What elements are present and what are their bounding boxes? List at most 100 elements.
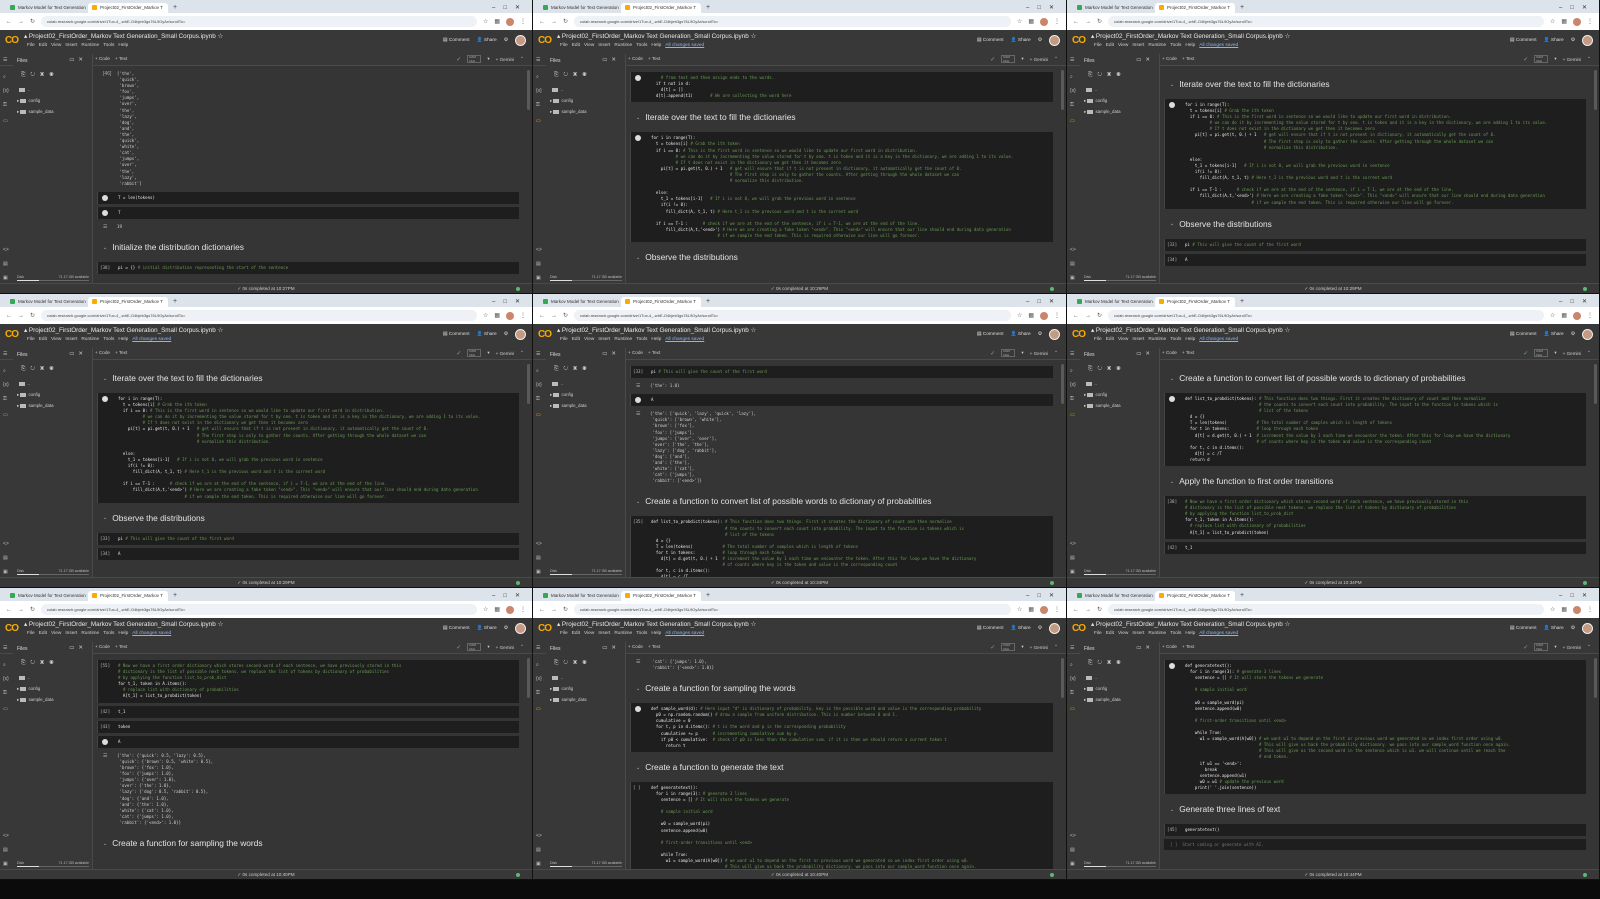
menu-file[interactable]: File xyxy=(1094,43,1102,48)
add-code-button[interactable]: + Code xyxy=(628,644,643,649)
menu-file[interactable]: File xyxy=(1094,337,1102,342)
star-icon[interactable]: ☆ xyxy=(1550,312,1555,319)
files-pane-controls[interactable]: ▭✕ xyxy=(602,351,620,357)
extensions-icon[interactable]: ▦ xyxy=(1561,606,1567,613)
folder-icon[interactable]: ▭ xyxy=(3,412,8,418)
menu-edit[interactable]: Edit xyxy=(1106,337,1114,342)
file-tree-item[interactable]: ▸ sample_data xyxy=(17,400,54,411)
files-toolbar[interactable]: ⎘↻▣◉ xyxy=(1088,660,1126,667)
secrets-icon[interactable]: ⚿ xyxy=(3,396,7,402)
gear-icon[interactable]: ⚙ xyxy=(504,626,508,631)
file-tree-item[interactable]: ▸ config xyxy=(1084,95,1121,106)
code-cell[interactable]: for i in range(T): t = tokens[i] # Grab … xyxy=(630,132,1053,242)
colab-logo[interactable]: CO xyxy=(5,623,19,634)
command-palette-icon[interactable]: ▤ xyxy=(536,847,541,853)
menu-icon[interactable]: ☰ xyxy=(3,57,7,63)
add-code-button[interactable]: + Code xyxy=(1162,56,1177,61)
gear-icon[interactable]: ⚙ xyxy=(1571,332,1575,337)
menu-tools[interactable]: Tools xyxy=(636,43,647,48)
files-pane-controls[interactable]: ▭✕ xyxy=(69,351,87,357)
add-text-button[interactable]: + Text xyxy=(1182,56,1194,61)
collapse-icon[interactable]: ⌃ xyxy=(520,644,524,650)
extensions-icon[interactable]: ▦ xyxy=(494,312,500,319)
add-text-button[interactable]: + Text xyxy=(1182,350,1194,355)
command-palette-icon[interactable]: ▤ xyxy=(1070,847,1075,853)
add-text-button[interactable]: + Text xyxy=(648,350,660,355)
save-status[interactable]: All changes saved xyxy=(665,337,704,342)
extensions-icon[interactable]: ▦ xyxy=(1561,312,1567,319)
profile-avatar[interactable] xyxy=(1040,311,1048,320)
file-tree-item[interactable]: .. xyxy=(17,378,54,389)
scrollbar[interactable] xyxy=(527,658,530,698)
run-cell-button[interactable] xyxy=(1169,396,1175,402)
star-icon[interactable]: ☆ xyxy=(750,33,756,40)
search-icon[interactable]: ⌕ xyxy=(536,662,539,668)
user-avatar[interactable] xyxy=(515,35,526,46)
code-snippets-icon[interactable]: <> xyxy=(1070,247,1076,253)
extensions-icon[interactable]: ▦ xyxy=(1028,18,1034,25)
reload-icon[interactable]: ↻ xyxy=(30,18,35,25)
chevron-down-icon[interactable]: ⌄ xyxy=(636,115,640,121)
runtime-dropdown-icon[interactable]: ▾ xyxy=(487,644,489,650)
menu-edit[interactable]: Edit xyxy=(39,43,47,48)
reload-icon[interactable]: ↻ xyxy=(30,606,35,613)
menu-icon[interactable]: ☰ xyxy=(536,57,540,63)
window-controls[interactable]: –□✕ xyxy=(492,3,532,13)
variables-icon[interactable]: {x} xyxy=(1070,676,1076,682)
chevron-down-icon[interactable]: ⌄ xyxy=(103,245,107,251)
menu-view[interactable]: View xyxy=(584,631,594,636)
add-text-button[interactable]: + Text xyxy=(115,644,127,649)
menu-icon[interactable]: ☰ xyxy=(536,351,540,357)
code-cell[interactable]: [34] A xyxy=(97,547,519,560)
star-icon[interactable]: ☆ xyxy=(217,327,223,334)
notebook-title[interactable]: ▴ Project02_FirstOrder_Markov Text Gener… xyxy=(24,621,223,628)
collapse-icon[interactable]: ⌃ xyxy=(1587,56,1591,62)
scrollbar[interactable] xyxy=(1594,70,1597,110)
profile-avatar[interactable] xyxy=(506,311,514,320)
colab-logo[interactable]: CO xyxy=(1072,35,1086,46)
code-snippets-icon[interactable]: <> xyxy=(536,247,542,253)
profile-avatar[interactable] xyxy=(1040,605,1048,614)
gemini-button[interactable]: + Gemini xyxy=(1030,645,1049,650)
browser-tab-active[interactable]: Project02_FirstOrder_Markov T xyxy=(1155,591,1235,601)
scrollbar[interactable] xyxy=(527,364,530,404)
menu-icon[interactable]: ☰ xyxy=(1070,645,1074,651)
gemini-button[interactable]: + Gemini xyxy=(1030,57,1049,62)
folder-icon[interactable]: ▭ xyxy=(536,118,541,124)
command-palette-icon[interactable]: ▤ xyxy=(1070,555,1075,561)
star-icon[interactable]: ☆ xyxy=(1550,18,1555,25)
browser-tab[interactable]: Markov Model for Text Generation xyxy=(1073,297,1153,307)
extensions-icon[interactable]: ▦ xyxy=(494,18,500,25)
files-pane-controls[interactable]: ▭✕ xyxy=(69,57,87,63)
chevron-down-icon[interactable]: ⌄ xyxy=(1170,82,1174,88)
terminal-icon[interactable]: ▣ xyxy=(3,569,8,575)
star-icon[interactable]: ☆ xyxy=(217,33,223,40)
gear-icon[interactable]: ⚙ xyxy=(1038,332,1042,337)
browser-tab[interactable]: Markov Model for Text Generation xyxy=(6,591,86,601)
empty-code-cell[interactable]: [ ] Start coding or generate with AI. xyxy=(1164,839,1586,851)
forward-icon[interactable]: → xyxy=(18,313,24,319)
gemini-button[interactable]: + Gemini xyxy=(1563,645,1582,650)
menu-tools[interactable]: Tools xyxy=(103,631,114,636)
variables-icon[interactable]: {x} xyxy=(3,676,9,682)
menu-view[interactable]: View xyxy=(51,43,61,48)
runtime-dropdown-icon[interactable]: ▾ xyxy=(1021,644,1023,650)
menu-help[interactable]: Help xyxy=(651,631,661,636)
files-pane-controls[interactable]: ▭✕ xyxy=(602,645,620,651)
user-avatar[interactable] xyxy=(1049,623,1060,634)
menu-insert[interactable]: Insert xyxy=(65,43,77,48)
back-icon[interactable]: ← xyxy=(539,313,545,319)
url-input[interactable]: colab.research.google.com/drive/1Tux-4_-… xyxy=(41,310,477,321)
code-snippets-icon[interactable]: <> xyxy=(3,541,9,547)
ram-disk-indicator[interactable]: RAM Disk xyxy=(467,349,482,357)
file-tree-item[interactable]: ▸ config xyxy=(17,389,54,400)
menu-help[interactable]: Help xyxy=(118,631,128,636)
menu-help[interactable]: Help xyxy=(651,337,661,342)
notebook-title[interactable]: ▴ Project02_FirstOrder_Markov Text Gener… xyxy=(557,327,756,334)
star-icon[interactable]: ☆ xyxy=(483,312,488,319)
more-icon[interactable]: ⋮ xyxy=(1587,312,1593,319)
code-snippets-icon[interactable]: <> xyxy=(1070,833,1076,839)
reload-icon[interactable]: ↻ xyxy=(1097,606,1102,613)
menu-runtime[interactable]: Runtime xyxy=(1148,337,1166,342)
url-input[interactable]: colab.research.google.com/drive/1Tux-4_-… xyxy=(41,16,477,27)
